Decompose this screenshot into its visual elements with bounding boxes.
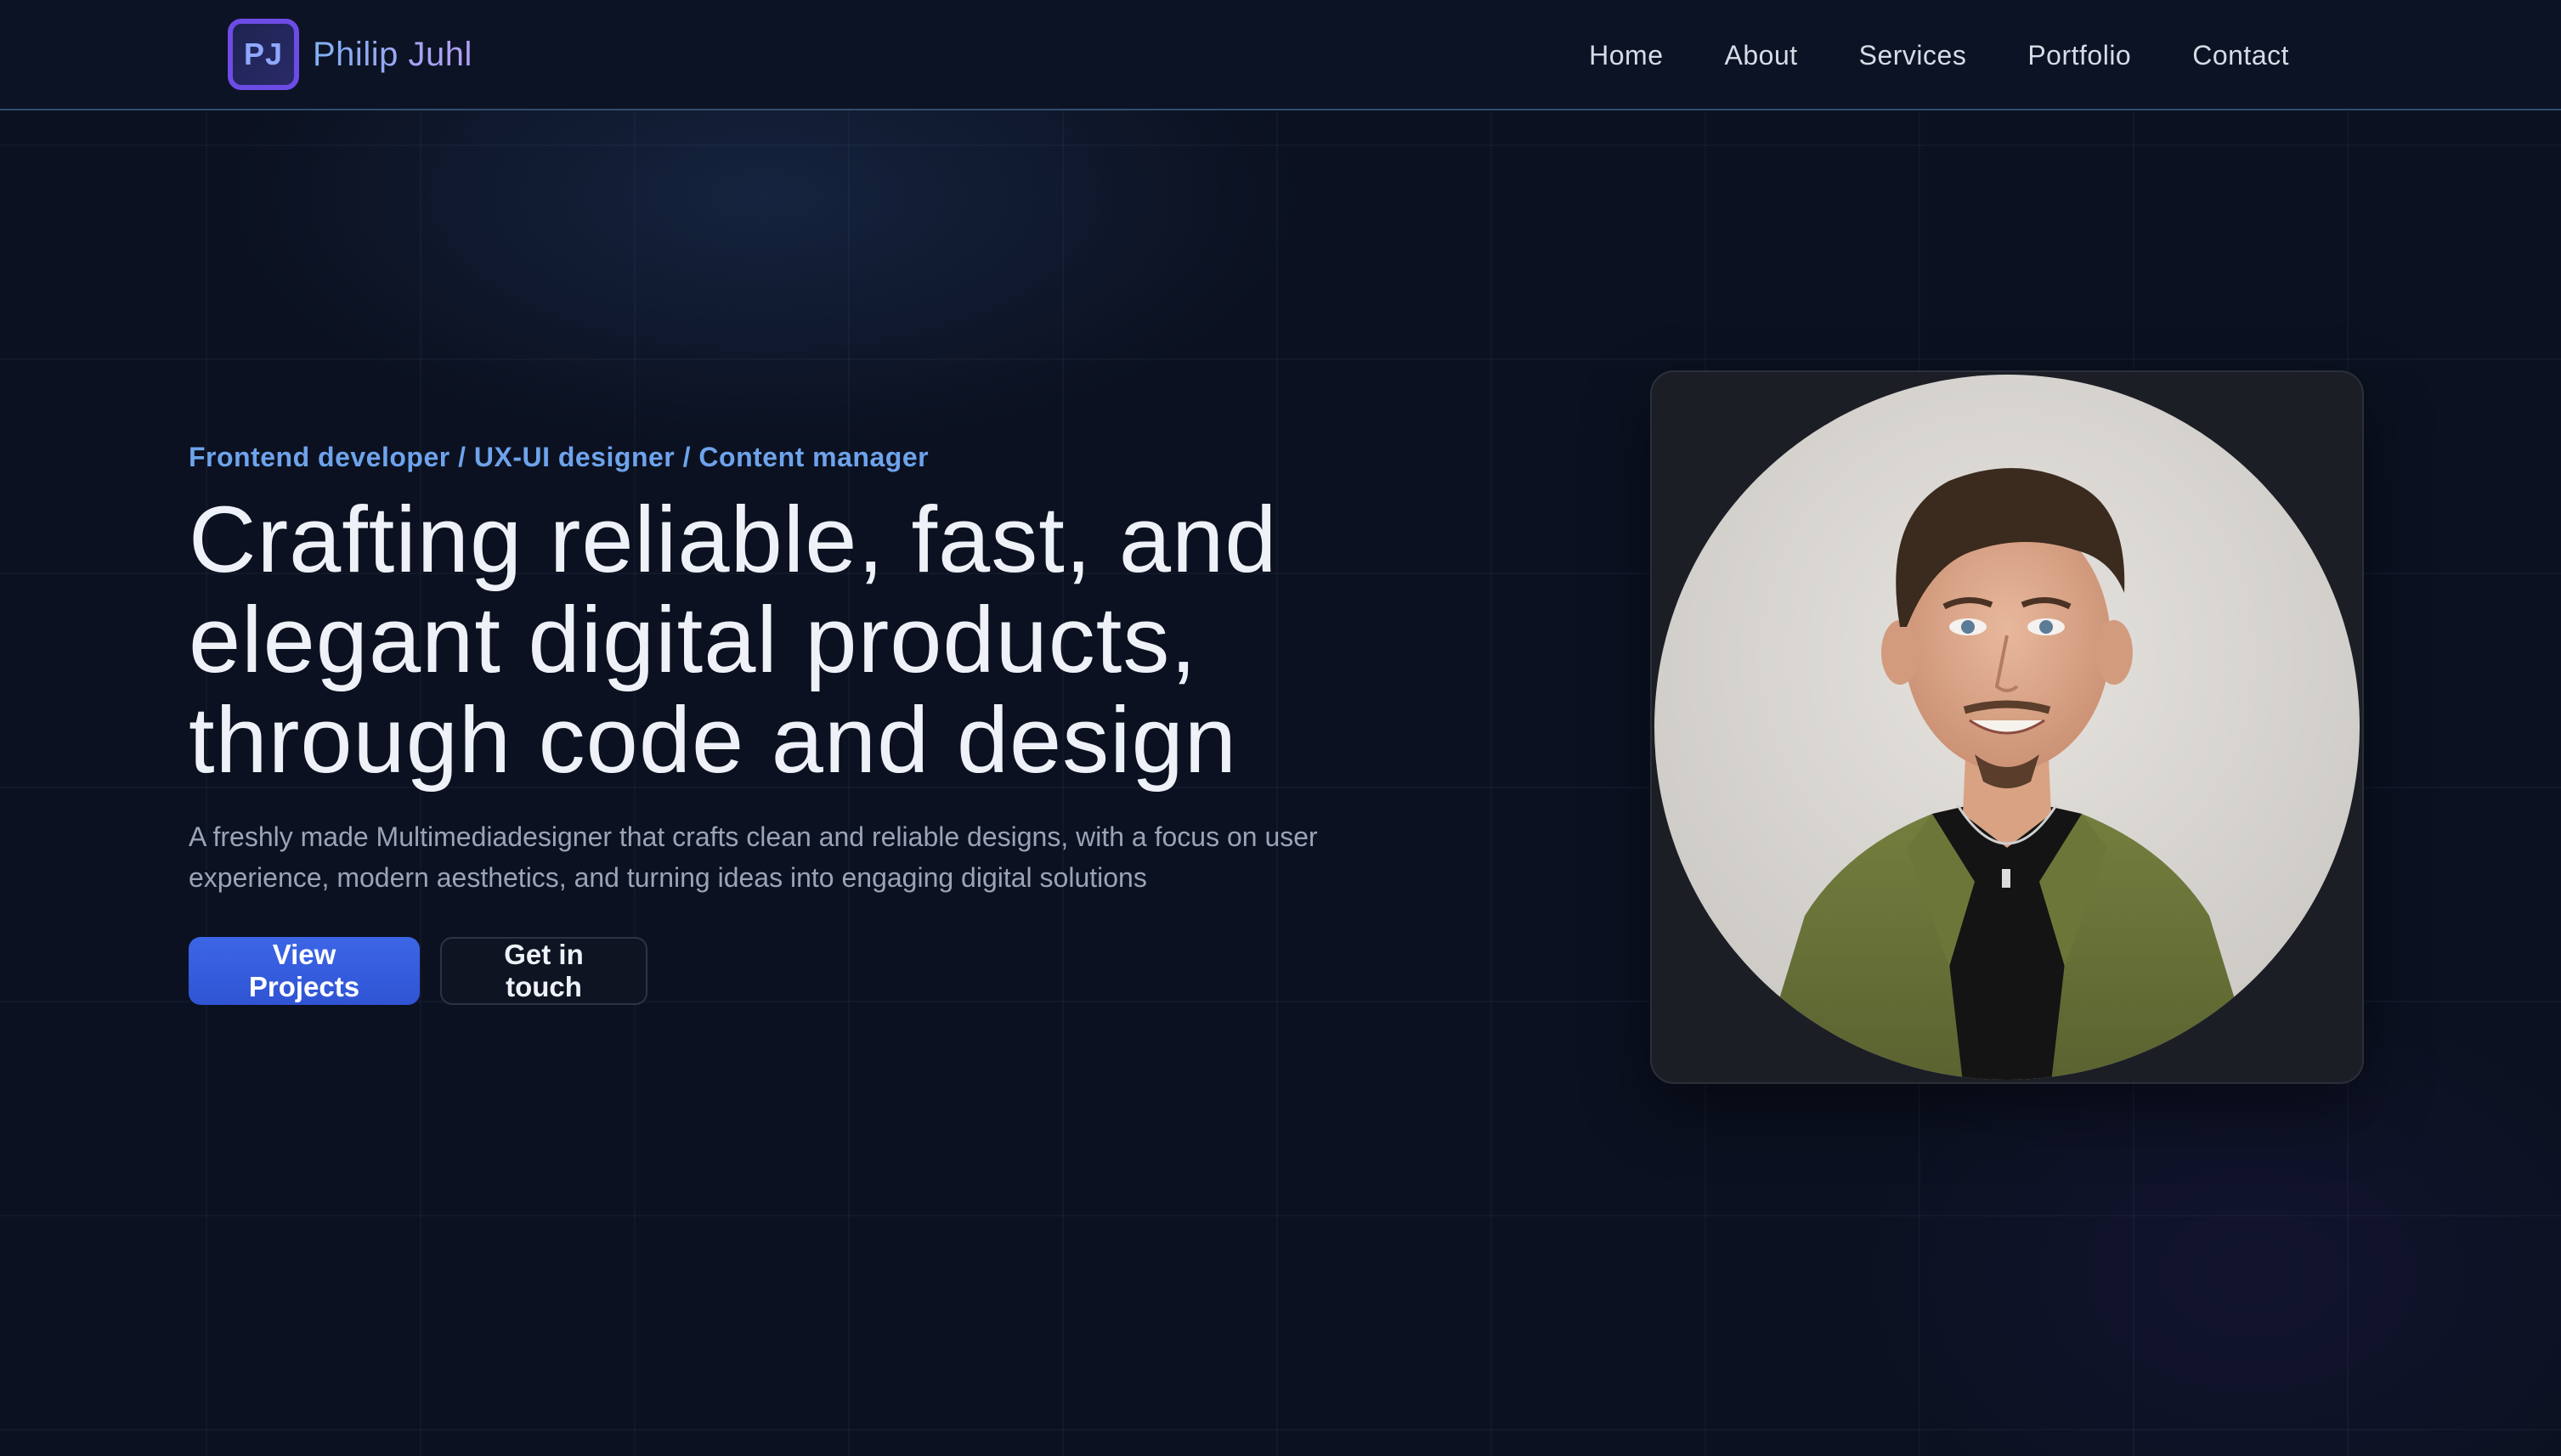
- headline-line: elegant digital products,: [189, 588, 1197, 692]
- headline-line: Crafting reliable, fast, and: [189, 488, 1278, 592]
- brand-link[interactable]: PJ Philip Juhl: [228, 19, 472, 90]
- hero-headline: Crafting reliable, fast, and elegant dig…: [189, 490, 1463, 791]
- view-projects-button[interactable]: View Projects: [189, 937, 420, 1005]
- hero-tagline: Frontend developer / UX-UI designer / Co…: [189, 442, 930, 472]
- page: PJ Philip Juhl Home About Services Portf…: [0, 0, 2561, 1456]
- hero-section: Frontend developer / UX-UI designer / Co…: [189, 442, 1463, 1005]
- nav-home[interactable]: Home: [1589, 40, 1663, 71]
- nav-portfolio[interactable]: Portfolio: [2027, 40, 2131, 71]
- get-in-touch-button[interactable]: Get in touch: [440, 937, 647, 1005]
- portrait-photo: [1654, 375, 2360, 1080]
- hero-actions: View Projects Get in touch: [189, 937, 1463, 1005]
- site-header: PJ Philip Juhl Home About Services Portf…: [0, 0, 2561, 110]
- brand-name: Philip Juhl: [313, 35, 472, 73]
- portrait-card: [1650, 370, 2364, 1084]
- nav-services[interactable]: Services: [1859, 40, 1967, 71]
- headline-line: through code and design: [189, 688, 1237, 793]
- nav-about[interactable]: About: [1725, 40, 1798, 71]
- main-nav: Home About Services Portfolio Contact: [1589, 0, 2289, 110]
- logo-icon: PJ: [228, 19, 299, 90]
- nav-contact[interactable]: Contact: [2192, 40, 2289, 71]
- logo-initials: PJ: [243, 37, 284, 71]
- hero-description: A freshly made Multimediadesigner that c…: [189, 821, 1318, 893]
